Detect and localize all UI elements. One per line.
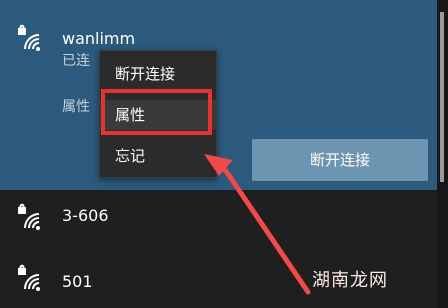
- context-menu-item-forget[interactable]: 忘记: [100, 141, 216, 171]
- network-item-3-606[interactable]: 3-606: [0, 191, 437, 245]
- secured-wifi-icon: [18, 264, 40, 291]
- network-name: 3-606: [62, 206, 109, 225]
- watermark-text: 湖南龙网: [312, 270, 388, 291]
- scrollbar-thumb[interactable]: [440, 12, 444, 182]
- secured-wifi-icon: [18, 24, 40, 51]
- network-item-wanlimm[interactable]: wanlimm 已连 属性 断开连接: [0, 0, 437, 190]
- wifi-network-panel: wanlimm 已连 属性 断开连接 3-606 501 断开连接 属性 忘记 …: [0, 0, 448, 308]
- secured-wifi-icon: [18, 203, 40, 230]
- disconnect-button[interactable]: 断开连接: [252, 139, 428, 181]
- network-name: wanlimm: [62, 29, 136, 48]
- network-name: 501: [62, 272, 93, 291]
- properties-link[interactable]: 属性: [62, 98, 90, 116]
- context-menu-item-disconnect[interactable]: 断开连接: [100, 59, 216, 89]
- network-status: 已连: [62, 53, 90, 69]
- red-highlight-box: [101, 89, 212, 135]
